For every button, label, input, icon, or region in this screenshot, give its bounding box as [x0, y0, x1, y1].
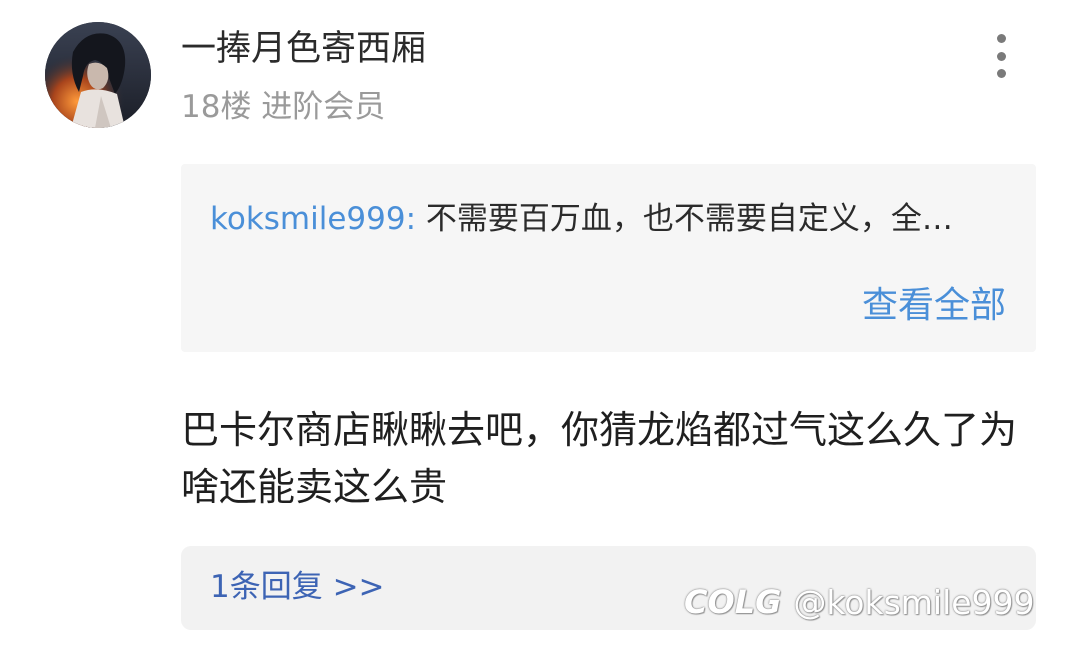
- view-all-link[interactable]: 查看全部: [862, 282, 1006, 330]
- comment-page: 一捧月色寄西厢 18楼 进阶会员 koksmile999: 不需要百万血，也不需…: [0, 0, 1080, 647]
- watermark-handle: @koksmile999: [793, 582, 1035, 622]
- avatar-image: [45, 22, 151, 128]
- more-vertical-icon[interactable]: [980, 30, 1022, 82]
- floor-and-level: 18楼 进阶会员: [181, 89, 386, 125]
- watermark-logo: COLG: [684, 583, 782, 621]
- quote-text: 不需要百万血，也不需要自定义，全…: [425, 201, 953, 237]
- more-dot: [996, 69, 1006, 78]
- view-replies-link[interactable]: 1条回复 >>: [210, 566, 385, 608]
- more-dot: [996, 34, 1006, 43]
- watermark: COLG @koksmile999: [684, 579, 1035, 625]
- username[interactable]: 一捧月色寄西厢: [181, 26, 426, 72]
- avatar[interactable]: [45, 22, 151, 128]
- comment-content: 巴卡尔商店瞅瞅去吧，你猜龙焰都过气这么久了为啥还能卖这么贵: [181, 408, 1018, 509]
- quote-author[interactable]: koksmile999:: [210, 201, 416, 237]
- quoted-comment[interactable]: koksmile999: 不需要百万血，也不需要自定义，全… 查看全部: [181, 164, 1036, 352]
- quote-line: koksmile999: 不需要百万血，也不需要自定义，全…: [210, 198, 1020, 240]
- more-dot: [996, 51, 1006, 61]
